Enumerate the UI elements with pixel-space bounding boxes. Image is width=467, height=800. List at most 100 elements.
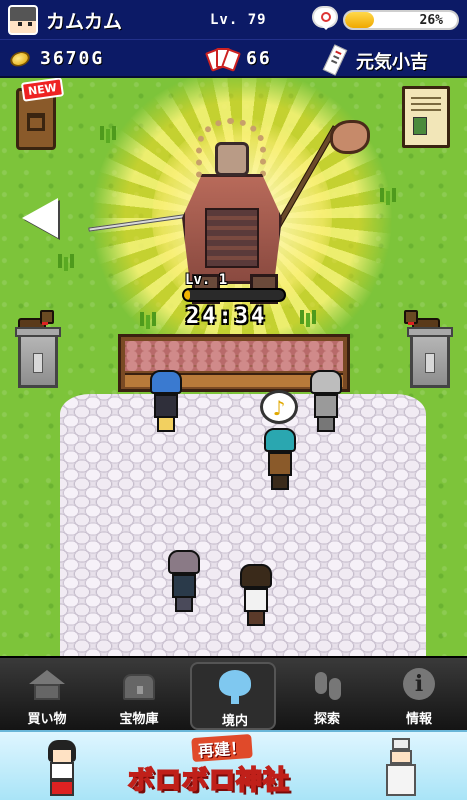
tree-crown <box>219 670 251 696</box>
pedestal-plate <box>425 353 435 373</box>
grass-tuft <box>100 124 118 140</box>
mailbox-icon <box>27 113 45 131</box>
music-note-bubble[interactable]: ♪ <box>260 390 298 424</box>
visitor-legs <box>175 596 193 612</box>
grass-tuft <box>380 186 398 202</box>
pedestal-cap <box>15 327 61 337</box>
pedestal-plate <box>33 353 43 373</box>
nav-shop[interactable]: 買い物 <box>4 662 90 730</box>
priest-figure <box>382 738 422 798</box>
shrine-maiden-figure <box>44 740 80 798</box>
nav-explore[interactable]: 探索 <box>284 662 370 730</box>
offerings <box>125 341 343 371</box>
visitor-torso <box>268 452 292 476</box>
left-arrow-button[interactable] <box>22 198 58 238</box>
footprint-shape <box>315 672 327 694</box>
status-hud: カムカム Lv. 79 26% 3670G 66 元気小吉 <box>0 0 467 78</box>
player-level: Lv. 79 <box>210 12 267 28</box>
notice-line <box>411 103 441 105</box>
fortune-slip-icon <box>322 44 348 76</box>
notice-board-button[interactable] <box>402 86 450 148</box>
priest-hat <box>392 738 410 750</box>
shop-base <box>34 684 60 700</box>
visitor-hair <box>240 564 272 588</box>
priest-face <box>390 750 412 764</box>
shop-roof <box>29 670 65 684</box>
visitor-torso <box>154 394 178 418</box>
gold-amount: 3670G <box>40 48 105 69</box>
gold-coin-icon <box>8 49 32 69</box>
bottom-nav: 買い物 宝物庫 境内 探索 i 情報 <box>0 656 467 730</box>
hud-bottom-row: 3670G 66 元気小吉 <box>0 39 467 78</box>
banner-title: ボロボロ神社 <box>127 765 291 797</box>
footprint-shape <box>329 678 341 700</box>
avatar-eye <box>28 22 32 26</box>
nav-precincts[interactable]: 境内 <box>190 662 276 730</box>
nav-label: 探索 <box>313 712 340 727</box>
promo-banner[interactable]: 再建！ ボロボロ神社 <box>0 730 467 800</box>
new-badge: NEW <box>20 78 64 102</box>
priest-robe <box>386 764 416 796</box>
boss-head <box>215 142 249 176</box>
visitor-torso <box>172 574 196 598</box>
hud-top-row: カムカム Lv. 79 26% <box>0 0 467 39</box>
boss-progress-bar <box>182 288 286 302</box>
visitor-legs <box>247 610 265 626</box>
chest-shape <box>123 674 155 700</box>
footprints-icon <box>309 668 345 702</box>
cards-icon <box>205 45 241 73</box>
visitor-armored-knight[interactable] <box>308 370 344 434</box>
visitor-torso <box>314 394 338 418</box>
visitor-legs <box>271 474 289 490</box>
visitor-blue-hair[interactable] <box>148 370 184 434</box>
nav-info[interactable]: i 情報 <box>376 662 462 730</box>
visitor-grey-hair[interactable] <box>166 550 202 614</box>
visitor-hair <box>168 550 200 574</box>
shop-icon <box>29 668 65 702</box>
mood-speech-icon <box>312 6 338 30</box>
miko-hakama <box>50 780 74 796</box>
stone-pedestal-right <box>407 327 453 388</box>
notice-line <box>411 97 441 99</box>
tree-trunk <box>231 694 239 704</box>
boss-armor <box>205 208 259 268</box>
nav-label: 買い物 <box>27 712 67 727</box>
miko-face <box>53 750 71 762</box>
chest-icon <box>121 668 157 702</box>
visitor-legs <box>317 416 335 432</box>
mood-face-icon <box>321 12 331 22</box>
mood-bar: 26% <box>343 10 459 30</box>
mood-bar-fill <box>345 12 375 28</box>
grass-tuft <box>300 308 318 324</box>
visitor-hair <box>264 428 296 452</box>
visitor-legs <box>157 416 175 432</box>
visitor-helmet <box>310 370 342 394</box>
fortune-status: 元気小吉 <box>356 52 428 73</box>
visitor-torso <box>244 588 268 612</box>
dog-collar <box>42 322 48 325</box>
shrine-grounds-scene[interactable]: NEW Lv. 1 24:34 ♪ <box>0 78 467 656</box>
boss-progress-fill <box>184 290 190 300</box>
visitor-headband[interactable] <box>238 564 274 628</box>
player-avatar[interactable] <box>8 5 38 35</box>
notice-line <box>411 109 441 111</box>
stone-pedestal-left <box>15 327 61 388</box>
nav-label: 境内 <box>221 714 248 729</box>
info-glyph: i <box>403 668 435 700</box>
boss-staff-ornament <box>330 120 370 154</box>
visitor-hair <box>150 370 182 394</box>
tree-icon <box>217 670 253 704</box>
pedestal-cap <box>407 327 453 337</box>
boss-timer: 24:34 <box>186 304 268 329</box>
avatar-eye <box>18 22 22 26</box>
cards-count: 66 <box>246 48 272 69</box>
nav-treasury[interactable]: 宝物庫 <box>96 662 182 730</box>
visitor-teal-hair[interactable] <box>262 428 298 492</box>
avatar-hair <box>10 7 36 21</box>
nav-label: 宝物庫 <box>119 712 159 727</box>
grass-tuft <box>140 310 158 326</box>
banner-subtitle: 再建！ <box>191 733 253 763</box>
info-icon: i <box>401 668 437 702</box>
player-name: カムカム <box>46 11 123 33</box>
grass-tuft <box>58 252 76 268</box>
